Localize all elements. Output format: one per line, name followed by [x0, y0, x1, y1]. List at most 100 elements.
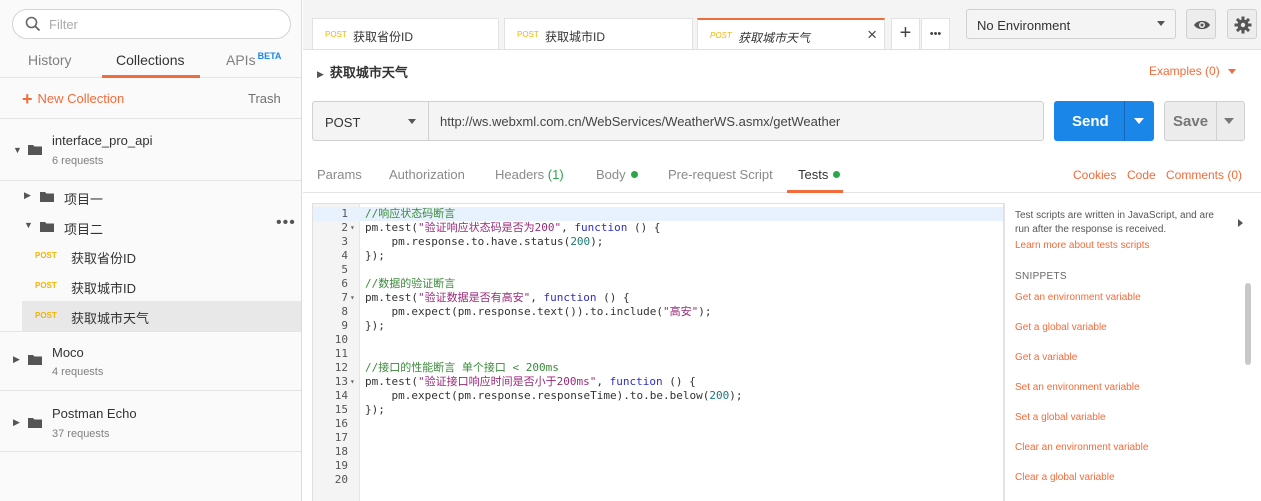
- send-button[interactable]: Send: [1054, 101, 1154, 141]
- collapse-panel-icon[interactable]: [1238, 219, 1243, 227]
- more-options-icon[interactable]: •••: [276, 214, 296, 232]
- code-line[interactable]: 14 pm.expect(pm.response.responseTime).t…: [313, 389, 1003, 403]
- snippet-link[interactable]: Get a variable: [1015, 352, 1077, 363]
- settings-button[interactable]: [1227, 9, 1257, 39]
- code-line[interactable]: 11: [313, 347, 1003, 361]
- request-tab-active[interactable]: POST 获取城市天气 ×: [697, 18, 885, 49]
- code-line[interactable]: 9});: [313, 319, 1003, 333]
- send-options-chevron-icon[interactable]: [1134, 118, 1144, 124]
- scrollbar[interactable]: [1245, 283, 1251, 365]
- environment-quick-look-button[interactable]: [1186, 9, 1216, 39]
- eye-icon: [1194, 20, 1210, 30]
- tab-history[interactable]: History: [28, 52, 72, 68]
- code-line[interactable]: 6 //数据的验证断言: [313, 277, 1003, 291]
- collection-name: Postman Echo: [52, 406, 137, 421]
- request-tab[interactable]: POST 获取城市ID: [504, 18, 693, 49]
- tests-script-editor[interactable]: 1 //响应状态码断言 2 ▾ pm.test("验证响应状态码是否为200", fun…: [312, 203, 1004, 501]
- filter-box[interactable]: [12, 9, 291, 39]
- request-name: 获取省份ID: [71, 251, 137, 266]
- fold-toggle-icon[interactable]: ▾: [350, 375, 355, 389]
- line-number: 12: [334, 361, 348, 374]
- tab-collections[interactable]: Collections: [116, 52, 184, 68]
- method-select[interactable]: POST: [313, 102, 429, 140]
- caret-right-icon: ▶: [317, 69, 324, 79]
- snippet-link[interactable]: Set a global variable: [1015, 412, 1106, 423]
- code-line[interactable]: 3 pm.response.to.have.status(200);: [313, 235, 1003, 249]
- request-name: 获取城市ID: [71, 281, 137, 296]
- request-tab[interactable]: POST 获取省份ID: [312, 18, 499, 49]
- line-number: 20: [334, 473, 348, 486]
- line-number: 1: [341, 207, 348, 220]
- code-line[interactable]: 16: [313, 417, 1003, 431]
- code-line[interactable]: 10: [313, 333, 1003, 347]
- request-item-active[interactable]: POST 获取城市天气: [22, 301, 301, 331]
- collection-request-count: 4 requests: [52, 366, 104, 378]
- tab-pre-request-script[interactable]: Pre-request Script: [668, 167, 773, 182]
- request-subtabs: Params Authorization Headers (1) Body Pr…: [303, 156, 1261, 193]
- snippet-link[interactable]: Set an environment variable: [1015, 382, 1140, 393]
- code-line[interactable]: 2 ▾ pm.test("验证响应状态码是否为200", function () {: [313, 221, 1003, 235]
- code-line[interactable]: 4});: [313, 249, 1003, 263]
- snippet-link[interactable]: Clear a global variable: [1015, 472, 1115, 483]
- collection-item[interactable]: ▼ interface_pro_api 6 requests: [0, 120, 301, 180]
- url-input[interactable]: [430, 102, 1042, 140]
- code-line[interactable]: 8 pm.expect(pm.response.text()).to.inclu…: [313, 305, 1003, 319]
- collection-item[interactable]: ▶ Postman Echo 37 requests: [0, 391, 301, 451]
- new-collection-label: New Collection: [37, 91, 125, 106]
- main-panel: POST 获取省份ID POST 获取城市ID POST 获取城市天气 × + …: [303, 0, 1261, 501]
- more-tabs-button[interactable]: •••: [921, 18, 950, 49]
- cookies-link[interactable]: Cookies: [1073, 168, 1116, 182]
- environment-select[interactable]: No Environment: [966, 9, 1176, 39]
- code-line[interactable]: 12 //接口的性能断言 单个接口 < 200ms: [313, 361, 1003, 375]
- examples-label: Examples (0): [1149, 64, 1220, 78]
- snippet-link[interactable]: Get a global variable: [1015, 322, 1107, 333]
- code-line[interactable]: 15});: [313, 403, 1003, 417]
- tab-apis-label: APIs: [226, 52, 256, 68]
- fold-toggle-icon[interactable]: ▾: [350, 221, 355, 235]
- tab-apis[interactable]: APIs BETA: [226, 51, 281, 68]
- save-label: Save: [1173, 113, 1209, 130]
- code-line[interactable]: 20: [313, 473, 1003, 487]
- tab-body[interactable]: Body: [596, 167, 638, 182]
- save-button[interactable]: Save: [1164, 101, 1245, 141]
- send-label: Send: [1072, 113, 1109, 130]
- request-item[interactable]: POST 获取省份ID: [22, 241, 301, 271]
- code-line[interactable]: 18: [313, 445, 1003, 459]
- code-line[interactable]: 7 ▾ pm.test("验证数据是否有高安", function () {: [313, 291, 1003, 305]
- code-line[interactable]: 1 //响应状态码断言: [313, 207, 1003, 221]
- line-number: 5: [341, 263, 348, 276]
- examples-dropdown[interactable]: Examples (0): [1149, 64, 1236, 78]
- code-token: "高安": [663, 305, 699, 318]
- code-token: //响应状态码断言: [365, 207, 456, 220]
- method-badge: POST: [710, 31, 732, 40]
- save-options-chevron-icon[interactable]: [1224, 118, 1234, 124]
- collection-item[interactable]: ▶ Moco 4 requests: [0, 332, 301, 390]
- code-line[interactable]: 17: [313, 431, 1003, 445]
- code-line[interactable]: 13 ▾ pm.test("验证接口响应时间是否小于200ms", function…: [313, 375, 1003, 389]
- snippet-link[interactable]: Get an environment variable: [1015, 292, 1141, 303]
- learn-more-link[interactable]: Learn more about tests scripts: [1015, 240, 1150, 251]
- collection-name: interface_pro_api: [52, 133, 153, 148]
- folder-item[interactable]: ▼ 项目二 •••: [0, 212, 301, 240]
- fold-toggle-icon[interactable]: ▾: [350, 291, 355, 305]
- code-line[interactable]: 19: [313, 459, 1003, 473]
- code-link[interactable]: Code: [1127, 168, 1156, 182]
- new-tab-button[interactable]: +: [891, 18, 920, 49]
- code-line[interactable]: 5: [313, 263, 1003, 277]
- filter-input[interactable]: [49, 14, 279, 34]
- tab-params[interactable]: Params: [317, 167, 362, 182]
- new-collection-button[interactable]: + New Collection: [22, 88, 125, 109]
- trash-button[interactable]: Trash: [248, 91, 281, 106]
- collection-request-count: 6 requests: [52, 155, 104, 167]
- divider: [1216, 102, 1217, 140]
- plus-icon: +: [22, 88, 33, 109]
- tab-authorization[interactable]: Authorization: [389, 167, 465, 182]
- comments-link[interactable]: Comments (0): [1166, 168, 1242, 182]
- request-item[interactable]: POST 获取城市ID: [22, 271, 301, 301]
- request-title[interactable]: ▶ 获取城市天气: [317, 62, 408, 81]
- tab-headers[interactable]: Headers (1): [495, 167, 564, 182]
- tab-tests[interactable]: Tests: [798, 167, 841, 182]
- close-tab-icon[interactable]: ×: [867, 25, 877, 45]
- snippet-link[interactable]: Clear an environment variable: [1015, 442, 1148, 453]
- folder-item[interactable]: ▶ 项目一: [0, 182, 301, 210]
